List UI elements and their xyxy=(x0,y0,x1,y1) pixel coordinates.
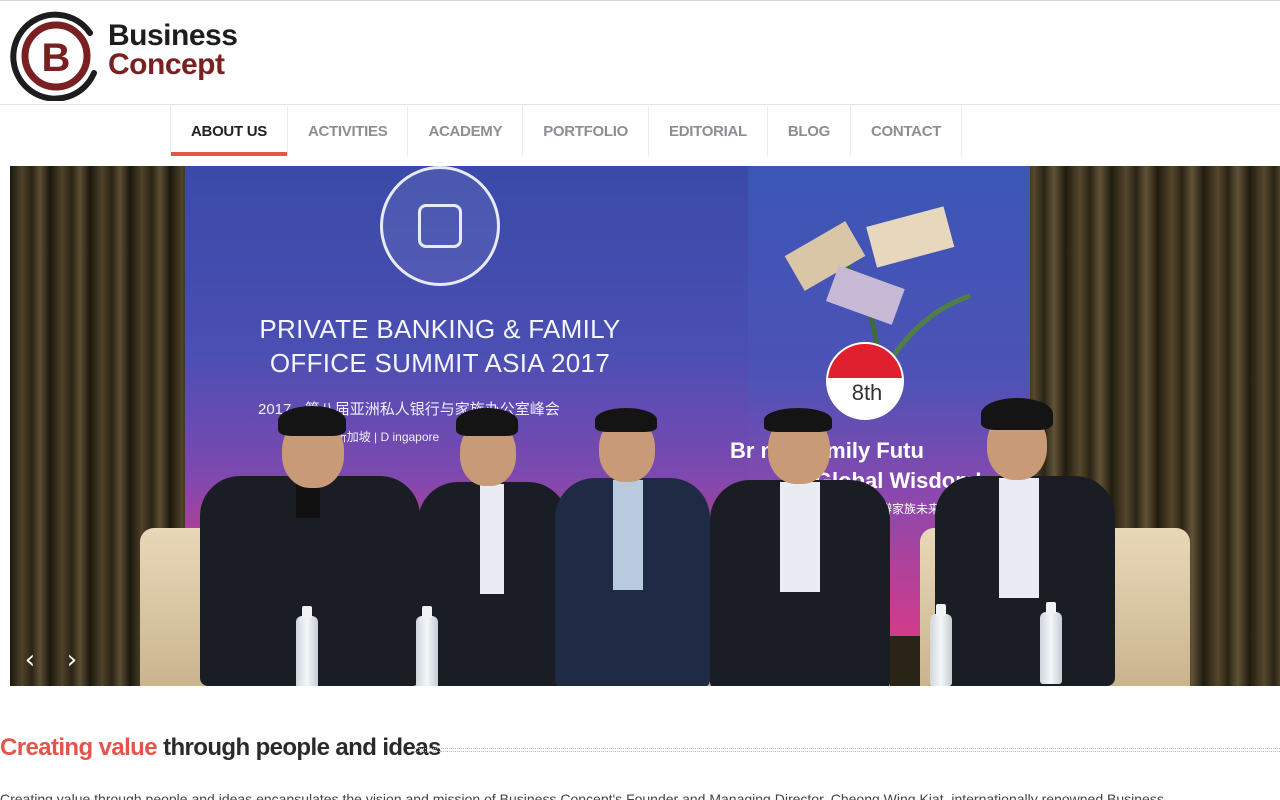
nav-item-about-us[interactable]: ABOUT US xyxy=(170,106,287,156)
logo-mark-icon: B xyxy=(10,11,97,101)
section-heading: Creating value through people and ideas xyxy=(0,734,441,762)
heading-divider xyxy=(414,748,1280,752)
summit-emblem-icon xyxy=(380,166,500,286)
chevron-right-icon: › xyxy=(66,645,78,675)
water-bottle xyxy=(930,604,952,686)
svg-text:B: B xyxy=(42,36,71,80)
brand-name-line2: Concept xyxy=(108,48,225,81)
intro-paragraph: Creating value through people and ideas … xyxy=(0,791,1164,800)
slider-next-button[interactable]: › xyxy=(60,645,84,675)
nav-item-contact[interactable]: CONTACT xyxy=(850,106,963,156)
brand-name-line1: Business xyxy=(108,19,238,52)
site-header: B Business Concept xyxy=(0,1,1280,105)
edition-label: 8th xyxy=(851,380,883,405)
water-bottle xyxy=(416,606,438,686)
nav-item-portfolio[interactable]: PORTFOLIO xyxy=(522,106,648,156)
nav-item-editorial[interactable]: EDITORIAL xyxy=(648,106,767,156)
nav-item-academy[interactable]: ACADEMY xyxy=(407,106,522,156)
brand-logo[interactable]: B Business Concept xyxy=(10,11,260,101)
section-heading-rest: through people and ideas xyxy=(157,734,441,761)
water-bottle xyxy=(1040,602,1062,684)
chevron-left-icon: ‹ xyxy=(24,645,36,675)
nav-item-activities[interactable]: ACTIVITIES xyxy=(286,106,408,156)
banner-title: PRIVATE BANKING & FAMILY OFFICE SUMMIT A… xyxy=(259,314,621,378)
hero-slider[interactable]: PRIVATE BANKING & FAMILY OFFICE SUMMIT A… xyxy=(10,166,1280,686)
water-bottle xyxy=(296,606,318,686)
edition-badge: 8th xyxy=(826,342,904,420)
nav-item-blog[interactable]: BLOG xyxy=(766,106,850,156)
section-heading-accent: Creating value xyxy=(0,734,158,761)
slider-prev-button[interactable]: ‹ xyxy=(18,645,42,675)
brand-wordmark: Business Concept xyxy=(108,19,238,81)
main-nav: ABOUT US ACTIVITIES ACADEMY PORTFOLIO ED… xyxy=(170,106,963,156)
